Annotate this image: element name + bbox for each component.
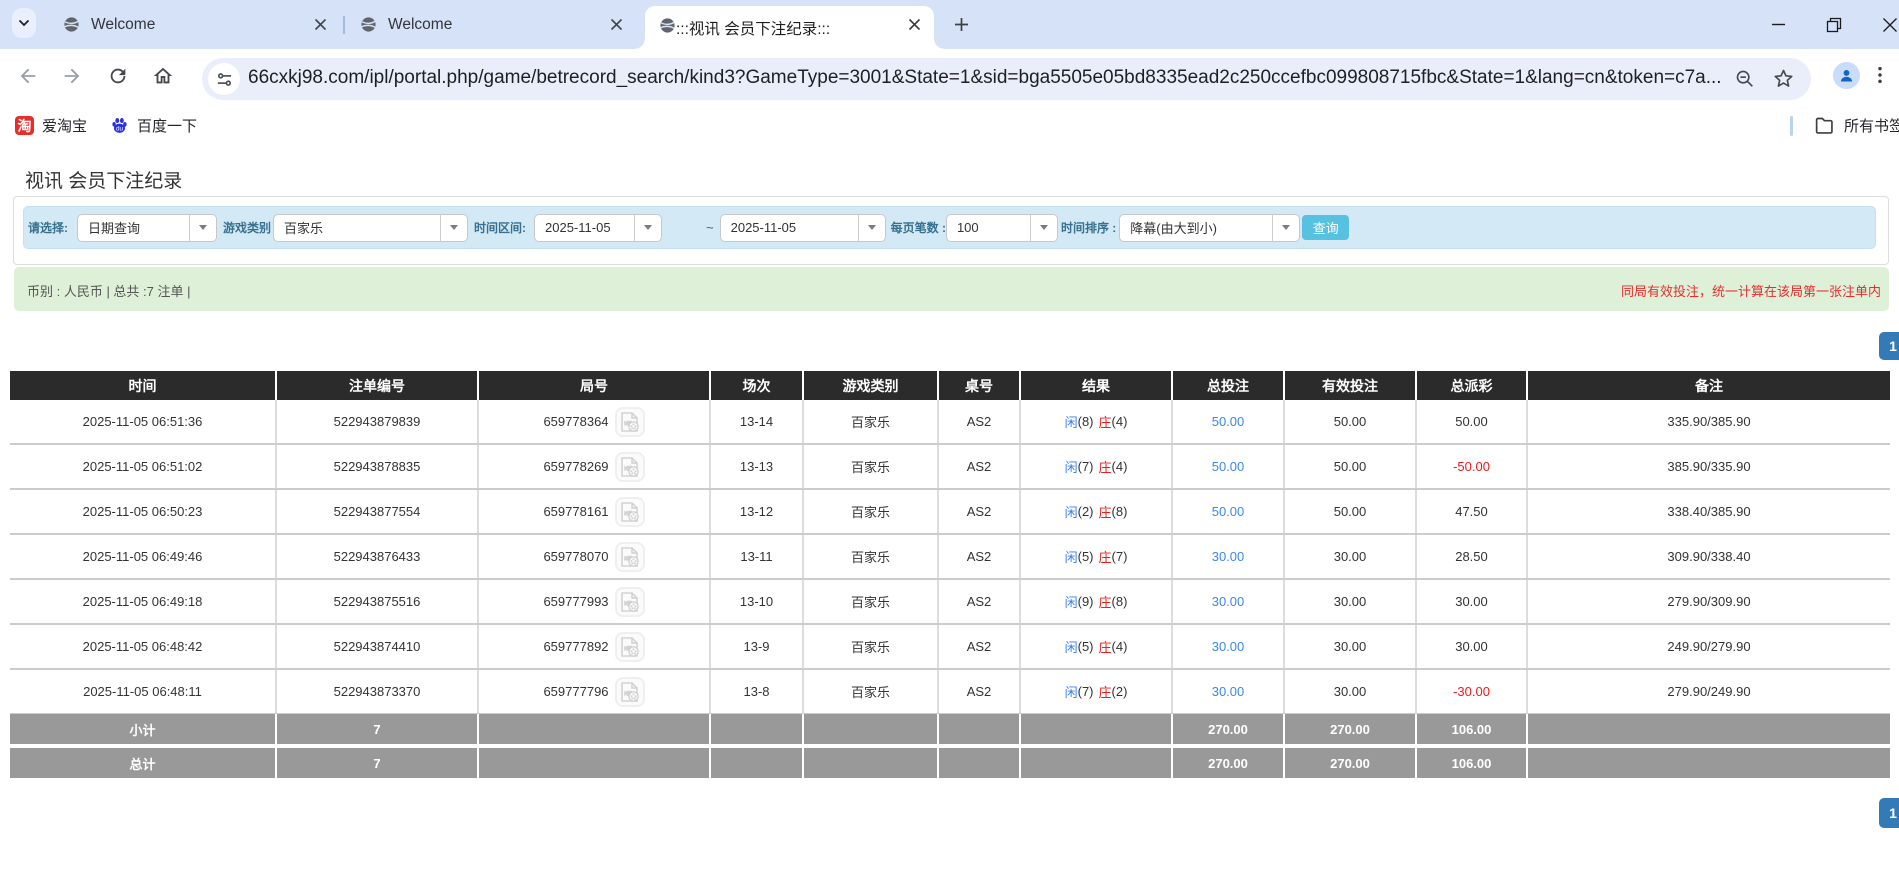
svg-text:du: du bbox=[116, 126, 124, 133]
